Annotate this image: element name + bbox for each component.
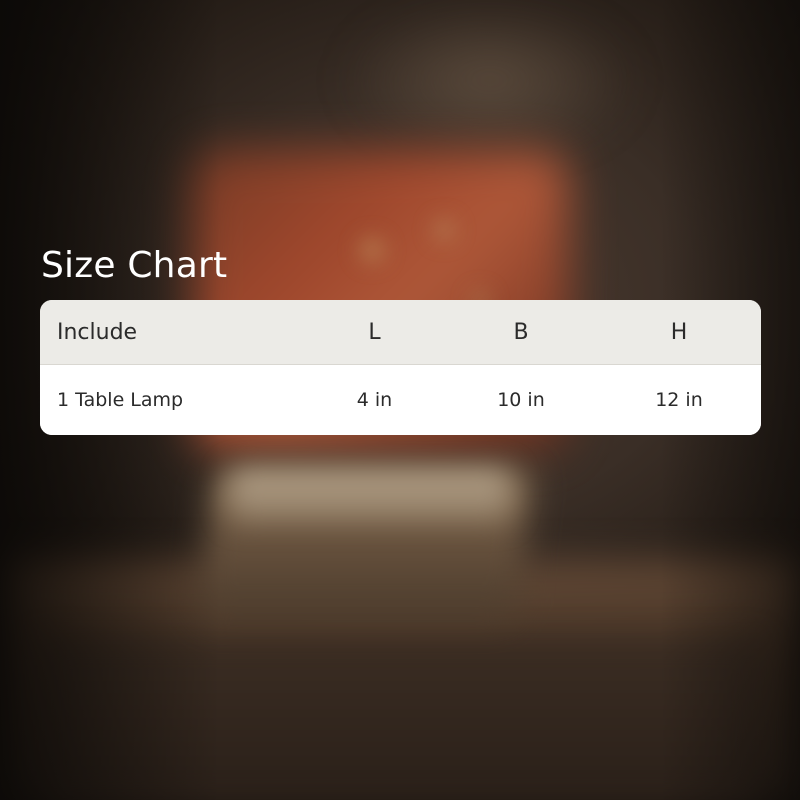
lamp-base-top-blur [230, 470, 510, 520]
size-chart-table: Include L B H 1 Table Lamp 4 in 10 in 12… [40, 300, 761, 435]
cell-include: 1 Table Lamp [57, 389, 184, 411]
header-breadth: B [513, 319, 529, 345]
table-row: 1 Table Lamp 4 in 10 in 12 in [40, 365, 761, 435]
header-height: H [670, 319, 688, 345]
header-length: L [368, 319, 381, 345]
table-header-row: Include L B H [40, 300, 761, 365]
cell-length: 4 in [356, 389, 393, 411]
page-title: Size Chart [41, 245, 228, 286]
cell-height: 12 in [655, 389, 703, 411]
cell-breadth: 10 in [497, 389, 545, 411]
ceiling-light-glow [340, 0, 640, 160]
header-include: Include [57, 319, 138, 345]
